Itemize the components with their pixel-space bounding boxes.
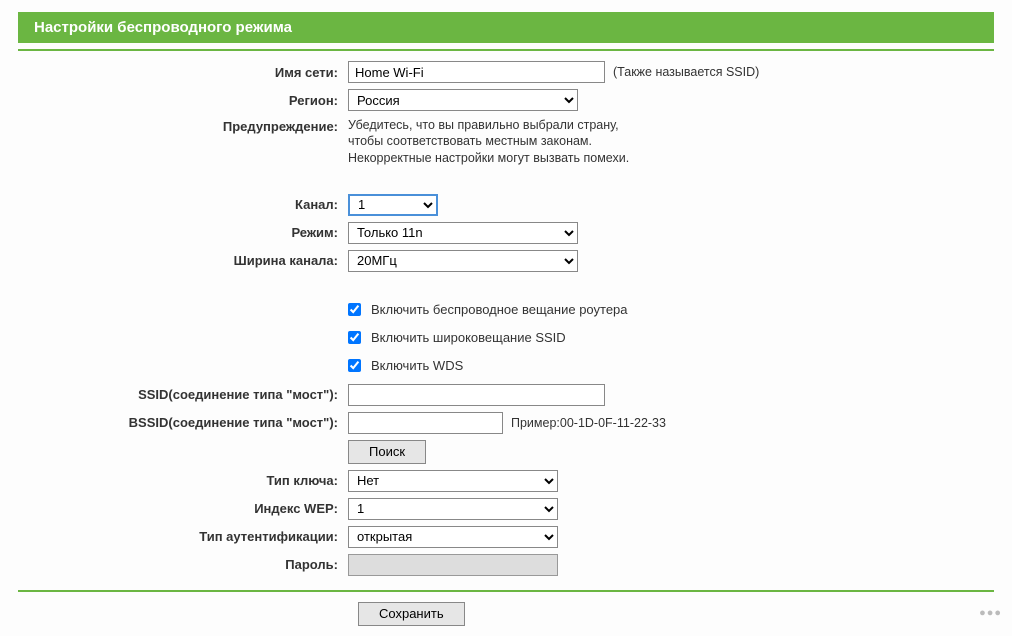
page-title: Настройки беспроводного режима bbox=[18, 12, 994, 43]
bridge-ssid-input[interactable] bbox=[348, 384, 605, 406]
bssid-example: Пример:00-1D-0F-11-22-33 bbox=[511, 416, 666, 430]
width-label: Ширина канала: bbox=[18, 253, 348, 268]
enable-ssid-checkbox[interactable] bbox=[348, 331, 361, 344]
ssid-input[interactable] bbox=[348, 61, 605, 83]
settings-form: Имя сети: (Также называется SSID) Регион… bbox=[18, 61, 994, 576]
channel-select[interactable]: 1 bbox=[348, 194, 438, 216]
key-type-label: Тип ключа: bbox=[18, 473, 348, 488]
enable-radio-checkbox[interactable] bbox=[348, 303, 361, 316]
width-select[interactable]: 20МГц bbox=[348, 250, 578, 272]
search-button[interactable]: Поиск bbox=[348, 440, 426, 464]
region-select[interactable]: Россия bbox=[348, 89, 578, 111]
warning-label: Предупреждение: bbox=[18, 117, 348, 134]
ssid-note: (Также называется SSID) bbox=[613, 65, 759, 79]
enable-radio-label: Включить беспроводное вещание роутера bbox=[371, 302, 628, 317]
top-divider bbox=[18, 49, 994, 51]
bridge-bssid-label: BSSID(соединение типа "мост"): bbox=[18, 415, 348, 430]
key-type-select[interactable]: Нет bbox=[348, 470, 558, 492]
password-label: Пароль: bbox=[18, 557, 348, 572]
footer-dots: ●●● bbox=[979, 607, 1002, 619]
mode-select[interactable]: Только 11n bbox=[348, 222, 578, 244]
mode-label: Режим: bbox=[18, 225, 348, 240]
channel-label: Канал: bbox=[18, 197, 348, 212]
bridge-ssid-label: SSID(соединение типа "мост"): bbox=[18, 387, 348, 402]
bridge-bssid-input[interactable] bbox=[348, 412, 503, 434]
enable-ssid-label: Включить широковещание SSID bbox=[371, 330, 566, 345]
region-label: Регион: bbox=[18, 93, 348, 108]
wep-index-label: Индекс WEP: bbox=[18, 501, 348, 516]
wep-index-select[interactable]: 1 bbox=[348, 498, 558, 520]
auth-type-label: Тип аутентификации: bbox=[18, 529, 348, 544]
enable-wds-checkbox[interactable] bbox=[348, 359, 361, 372]
enable-wds-label: Включить WDS bbox=[371, 358, 463, 373]
ssid-label: Имя сети: bbox=[18, 65, 348, 80]
bottom-divider bbox=[18, 590, 994, 592]
save-button[interactable]: Сохранить bbox=[358, 602, 465, 626]
auth-type-select[interactable]: открытая bbox=[348, 526, 558, 548]
password-input bbox=[348, 554, 558, 576]
warning-text: Убедитесь, что вы правильно выбрали стра… bbox=[348, 117, 629, 166]
